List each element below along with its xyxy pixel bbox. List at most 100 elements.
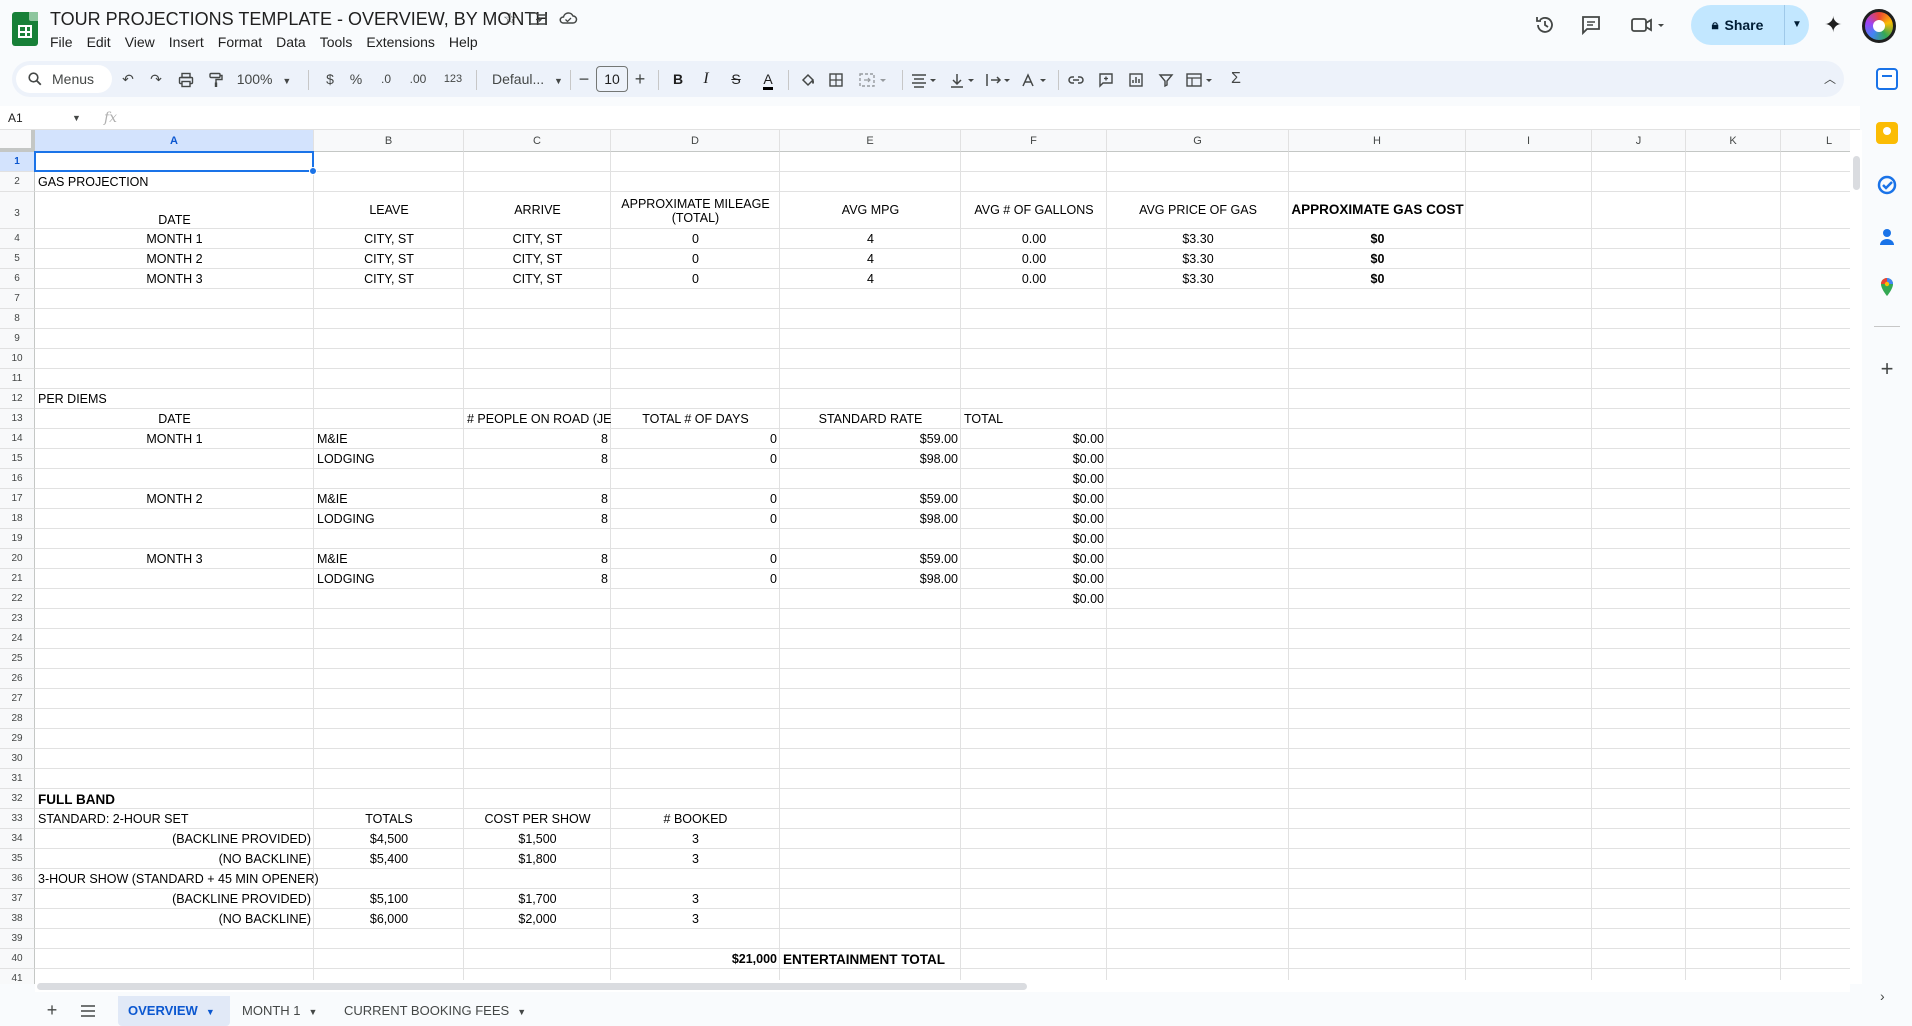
cell-f16[interactable]: $0.00 [961,469,1107,489]
cell-b34[interactable]: $4,500 [314,829,464,849]
cell-f22[interactable]: $0.00 [961,589,1107,609]
text-wrapping-icon[interactable] [982,61,1016,97]
menu-format[interactable]: Format [218,33,269,51]
strikethrough-icon[interactable]: S [726,61,746,97]
cell-c4[interactable]: CITY, ST [464,229,611,249]
functions-icon[interactable]: Σ [1224,61,1248,97]
tab-current-booking-fees[interactable]: CURRENT BOOKING FEES ▼ [334,996,534,1026]
cell-b20[interactable]: M&IE [314,549,464,569]
vertical-scrollbar[interactable] [1850,130,1862,984]
cell-d38[interactable]: 3 [611,909,780,929]
row-header-18[interactable]: 18 [0,509,35,529]
row-header-35[interactable]: 35 [0,849,35,869]
menu-file[interactable]: File [50,33,80,51]
cell-e13[interactable]: STANDARD RATE [780,409,961,429]
cell-f18[interactable]: $0.00 [961,509,1107,529]
cell-g4[interactable]: $3.30 [1107,229,1289,249]
row-header-38[interactable]: 38 [0,909,35,929]
cell-a3[interactable]: DATE [35,192,314,229]
cell-b4[interactable]: CITY, ST [314,229,464,249]
cell-d3[interactable]: APPROXIMATE MILEAGE (TOTAL) [611,192,780,229]
cell-e6[interactable]: 4 [780,269,961,289]
row-header-13[interactable]: 13 [0,409,35,429]
cell-f5[interactable]: 0.00 [961,249,1107,269]
cell-c14[interactable]: 8 [464,429,611,449]
cell-e21[interactable]: $98.00 [780,569,961,589]
column-header-i[interactable]: I [1466,130,1592,152]
select-all-corner[interactable] [0,130,35,152]
cell-c21[interactable]: 8 [464,569,611,589]
cell-b15[interactable]: LODGING [314,449,464,469]
spreadsheet-grid[interactable]: A B C D E F G H I J K L 1 2 3 4 5 6 7 8 9 10 11 12 13 14 15 16 17 18 1… [0,130,1850,984]
move-folder-icon[interactable] [528,10,548,30]
row-header-12[interactable]: 12 [0,389,35,409]
cell-d34[interactable]: 3 [611,829,780,849]
cell-a35[interactable]: (NO BACKLINE) [35,849,314,869]
cell-e3[interactable]: AVG MPG [780,192,961,229]
cloud-status-icon[interactable] [558,10,578,30]
row-header-14[interactable]: 14 [0,429,35,449]
share-button[interactable]: 🔒︎ Share [1691,5,1785,45]
cell-e14[interactable]: $59.00 [780,429,961,449]
star-icon[interactable]: ☆ [500,10,520,30]
search-menus-button[interactable]: Menus [16,65,112,93]
row-header-19[interactable]: 19 [0,529,35,549]
maps-icon[interactable] [1876,276,1898,298]
cell-a36[interactable]: 3-HOUR SHOW (STANDARD + 45 MIN OPENER) [35,869,319,889]
cell-e20[interactable]: $59.00 [780,549,961,569]
vertical-scroll-thumb[interactable] [1853,156,1860,190]
cell-a5[interactable]: MONTH 2 [35,249,314,269]
comments-icon[interactable] [1578,14,1604,40]
cell-e15[interactable]: $98.00 [780,449,961,469]
redo-icon[interactable]: ↷ [144,61,168,97]
calendar-icon[interactable] [1876,68,1898,90]
bold-icon[interactable]: B [668,61,688,97]
menu-extensions[interactable]: Extensions [366,33,441,51]
row-header-21[interactable]: 21 [0,569,35,589]
row-header-34[interactable]: 34 [0,829,35,849]
row-header-17[interactable]: 17 [0,489,35,509]
cell-e4[interactable]: 4 [780,229,961,249]
cell-a12[interactable]: PER DIEMS [35,389,314,409]
tab-overview[interactable]: OVERVIEW ▼ [118,996,230,1026]
show-side-panel-icon[interactable]: › [1880,988,1885,1004]
row-header-2[interactable]: 2 [0,172,35,192]
row-header-26[interactable]: 26 [0,669,35,689]
cell-b37[interactable]: $5,100 [314,889,464,909]
all-sheets-icon[interactable] [76,994,100,1026]
row-header-11[interactable]: 11 [0,369,35,389]
row-header-40[interactable]: 40 [0,949,35,969]
cell-g3[interactable]: AVG PRICE OF GAS [1107,192,1289,229]
cell-b6[interactable]: CITY, ST [314,269,464,289]
collapse-toolbar-icon[interactable]: ︿ [1818,61,1842,97]
cell-d13[interactable]: TOTAL # OF DAYS [611,409,780,429]
decrease-font-size-icon[interactable]: − [574,61,594,97]
cell-b33[interactable]: TOTALS [314,809,464,829]
insert-chart-icon[interactable] [1124,61,1148,97]
cell-f13[interactable]: TOTAL [961,409,1107,429]
more-formats-button[interactable]: 123 [438,61,468,97]
text-color-icon[interactable]: A [756,61,780,97]
sheets-logo-icon[interactable] [12,12,38,46]
cell-d17[interactable]: 0 [611,489,780,509]
cell-c34[interactable]: $1,500 [464,829,611,849]
row-header-28[interactable]: 28 [0,709,35,729]
fill-handle[interactable] [309,167,317,175]
decrease-decimal-button[interactable]: .0 [374,61,398,97]
merge-cells-icon[interactable] [854,61,894,97]
increase-font-size-icon[interactable]: + [630,61,650,97]
row-header-10[interactable]: 10 [0,349,35,369]
cell-a14[interactable]: MONTH 1 [35,429,314,449]
add-sheet-icon[interactable]: + [40,994,64,1026]
cell-e18[interactable]: $98.00 [780,509,961,529]
column-header-h[interactable]: H [1289,130,1466,152]
cell-d15[interactable]: 0 [611,449,780,469]
gemini-icon[interactable]: ✦ [1824,12,1842,38]
cell-d33[interactable]: # BOOKED [611,809,780,829]
horizontal-scrollbar[interactable] [35,980,1850,992]
column-header-f[interactable]: F [961,130,1107,152]
cell-h6[interactable]: $0 [1289,269,1466,289]
cell-a33[interactable]: STANDARD: 2-HOUR SET [35,809,314,829]
cell-g6[interactable]: $3.30 [1107,269,1289,289]
increase-decimal-button[interactable]: .00 [404,61,432,97]
